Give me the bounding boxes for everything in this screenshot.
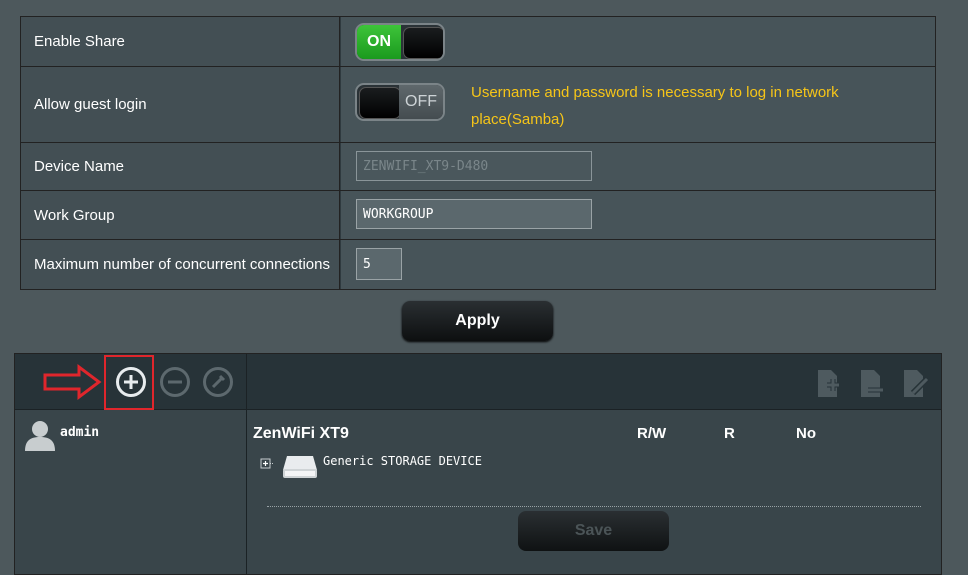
device-name-row: Device Name	[21, 143, 935, 191]
toggle-on-text: ON	[357, 25, 401, 59]
enable-share-row: Enable Share ON	[21, 17, 935, 67]
delete-folder-icon[interactable]	[858, 369, 884, 399]
max-connections-label: Maximum number of concurrent connections	[21, 240, 340, 289]
divider	[267, 506, 921, 507]
expand-tree-icon[interactable]	[259, 457, 273, 471]
device-name-input[interactable]	[356, 151, 592, 181]
storage-device-name[interactable]: Generic STORAGE DEVICE	[323, 454, 482, 468]
permission-area: ZenWiFi XT9 R/W R No Generic STORAGE DEV…	[247, 410, 941, 574]
edit-circle-icon[interactable]	[203, 367, 233, 397]
edit-folder-icon[interactable]	[901, 369, 929, 399]
red-arrow-icon	[43, 364, 102, 400]
account-list: admin	[15, 410, 247, 574]
work-group-label: Work Group	[21, 191, 340, 239]
account-toolbar	[15, 354, 941, 410]
work-group-row: Work Group	[21, 191, 935, 240]
toggle-knob	[359, 87, 401, 119]
apply-button[interactable]: Apply	[402, 301, 553, 341]
account-name: admin	[60, 425, 100, 440]
r-column-header: R	[724, 425, 735, 442]
device-name-label: Device Name	[21, 143, 340, 190]
guest-login-row: Allow guest login OFF Username and passw…	[21, 67, 935, 143]
max-connections-row: Maximum number of concurrent connections	[21, 240, 935, 289]
share-settings-table: Enable Share ON Allow guest login OFF Us…	[20, 16, 936, 290]
account-permission-panel: admin ZenWiFi XT9 R/W R No Generic STORA…	[14, 353, 942, 575]
rw-column-header: R/W	[637, 425, 667, 442]
work-group-input[interactable]	[356, 199, 592, 229]
enable-share-toggle[interactable]: ON	[355, 23, 445, 61]
add-circle-icon[interactable]	[116, 367, 146, 397]
add-folder-icon[interactable]	[815, 369, 841, 399]
router-name: ZenWiFi XT9	[253, 425, 349, 442]
toggle-knob	[403, 27, 443, 59]
no-column-header: No	[796, 425, 816, 442]
remove-circle-icon[interactable]	[160, 367, 190, 397]
max-connections-input[interactable]	[356, 248, 402, 280]
save-button[interactable]: Save	[518, 511, 669, 551]
storage-device-icon	[283, 456, 317, 478]
guest-login-label: Allow guest login	[21, 67, 340, 142]
enable-share-label: Enable Share	[21, 17, 340, 66]
toggle-off-text: OFF	[399, 85, 443, 119]
guest-login-toggle[interactable]: OFF	[355, 83, 445, 121]
user-avatar-icon	[25, 421, 55, 451]
guest-login-hint: Username and password is necessary to lo…	[471, 84, 839, 128]
